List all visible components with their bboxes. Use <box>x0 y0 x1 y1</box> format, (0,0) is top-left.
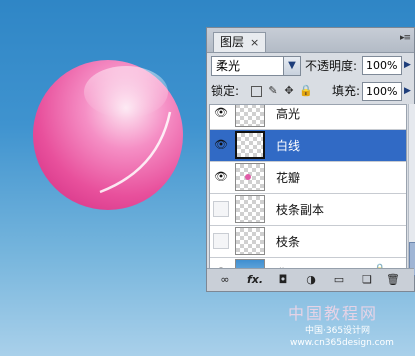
lock-transparency-icon[interactable] <box>251 86 262 97</box>
opacity-input[interactable]: 100% <box>362 56 402 75</box>
layer-row-branch-copy[interactable]: 枝条副本 <box>210 194 406 226</box>
lock-all-icon[interactable]: 🔒 <box>299 85 313 97</box>
pink-ball <box>33 60 183 210</box>
layer-thumbnail <box>235 131 265 159</box>
close-tab-icon[interactable]: × <box>250 33 259 52</box>
layer-name: 枝条副本 <box>276 203 325 217</box>
fill-input[interactable]: 100% <box>362 82 402 101</box>
layer-name: 枝条 <box>276 235 301 249</box>
layer-row-branch[interactable]: 枝条 <box>210 226 406 258</box>
lock-fill-row: 锁定: ✎ ✥ 🔒 填充: 100% ▶ <box>211 81 411 103</box>
tab-layers[interactable]: 图层 × <box>213 32 267 52</box>
layer-thumbnail <box>235 227 265 255</box>
layers-panel: 图层 × ▸≡ 柔光 ▼ 不透明度: 100% ▶ 锁定: ✎ ✥ 🔒 填充: … <box>206 27 415 292</box>
blend-mode-value: 柔光 <box>216 59 241 73</box>
new-group-icon[interactable]: ▭ <box>331 272 347 288</box>
brush-lock-icon[interactable]: ✎ <box>267 85 279 97</box>
link-layers-icon[interactable]: ∞ <box>217 272 233 288</box>
layer-row-highlight[interactable]: 👁 高光 <box>210 105 406 130</box>
fill-slider-arrow-icon[interactable]: ▶ <box>404 82 412 101</box>
blend-mode-select[interactable]: 柔光 ▼ <box>211 56 301 76</box>
layer-name: 高光 <box>276 107 301 121</box>
watermark-subtitle: 中国·365设计网 <box>305 326 371 336</box>
visibility-toggle[interactable] <box>213 233 229 249</box>
layers-list: 👁 高光 👁 白线 👁 花瓣 枝条副本 枝条 <box>209 104 407 272</box>
trash-icon[interactable]: 🗑 <box>385 272 401 288</box>
eye-icon[interactable]: 👁 <box>213 137 229 153</box>
opacity-label: 不透明度: <box>305 59 358 73</box>
layer-thumbnail <box>235 105 265 127</box>
layer-thumbnail <box>235 195 265 223</box>
move-lock-icon[interactable]: ✥ <box>283 85 295 97</box>
blend-opacity-row: 柔光 ▼ 不透明度: 100% ▶ <box>211 56 411 78</box>
layer-name: 白线 <box>276 139 301 153</box>
petal-dot-icon <box>245 174 251 180</box>
watermark-title: 中国教程网 <box>288 304 379 323</box>
eye-icon[interactable]: 👁 <box>213 169 229 185</box>
visibility-toggle[interactable] <box>213 201 229 217</box>
fill-label: 填充: <box>332 84 361 98</box>
layer-row-white-line[interactable]: 👁 白线 <box>210 130 406 162</box>
lock-label: 锁定: <box>211 84 240 98</box>
opacity-slider-arrow-icon[interactable]: ▶ <box>404 56 412 75</box>
adjustment-layer-icon[interactable]: ◑ <box>303 272 319 288</box>
layer-row-petal[interactable]: 👁 花瓣 <box>210 162 406 194</box>
watermark-url: www.cn365design.com <box>290 338 394 348</box>
layer-thumbnail <box>235 163 265 191</box>
panel-menu-icon[interactable]: ▸≡ <box>400 33 411 43</box>
layers-toolbar: ∞ fx. ◘ ◑ ▭ ❏ 🗑 <box>207 268 414 291</box>
tab-layers-label: 图层 <box>220 35 245 49</box>
panel-tabbar: 图层 × ▸≡ <box>207 28 414 53</box>
layer-name: 花瓣 <box>276 171 301 185</box>
eye-icon[interactable]: 👁 <box>213 105 229 121</box>
chevron-down-icon[interactable]: ▼ <box>283 57 300 75</box>
new-layer-icon[interactable]: ❏ <box>359 272 375 288</box>
add-mask-icon[interactable]: ◘ <box>275 272 291 288</box>
layers-scrollbar[interactable] <box>408 104 415 276</box>
fx-button[interactable]: fx. <box>247 272 263 288</box>
